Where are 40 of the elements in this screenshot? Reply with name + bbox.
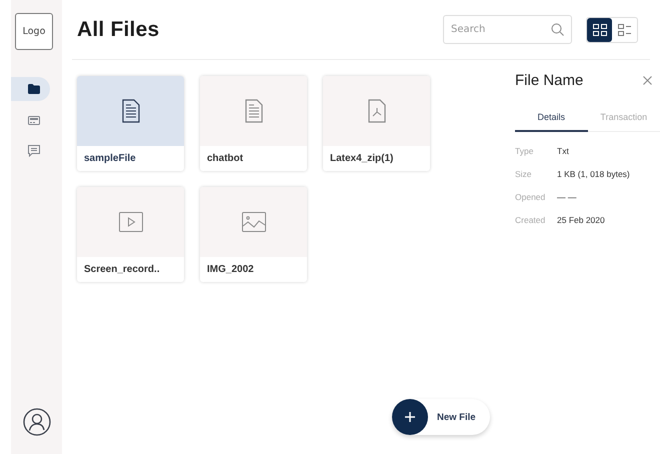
list-view-icon <box>618 24 632 36</box>
avatar-icon[interactable] <box>23 408 51 436</box>
view-toggle[interactable] <box>587 18 612 42</box>
image-icon <box>242 212 266 232</box>
pdf-icon <box>368 99 386 123</box>
document-icon <box>244 99 262 123</box>
document-icon <box>122 99 140 123</box>
detail-value: — — <box>557 192 578 202</box>
nav-item[interactable] <box>11 77 50 101</box>
file-card[interactable]: sampleFile <box>77 76 184 171</box>
folder-icon[interactable] <box>28 84 40 94</box>
grid-view-icon <box>592 24 606 36</box>
logo: Logo <box>15 13 53 50</box>
search-icon <box>551 23 564 36</box>
detail-label: Opened <box>515 192 546 202</box>
card-icon[interactable] <box>28 116 40 124</box>
chat-icon[interactable] <box>28 145 40 157</box>
panel-title: File Name <box>515 72 584 89</box>
file-card[interactable]: Latex4_zip(1) <box>323 76 430 171</box>
detail-label: Type <box>515 146 534 156</box>
file-card[interactable]: IMG_2002 <box>200 187 307 282</box>
detail-value: Txt <box>557 146 570 156</box>
detail-label: Size <box>515 169 533 179</box>
file-name: IMG_2002 <box>206 263 255 277</box>
file-card[interactable]: Screen_record.. <box>77 187 184 282</box>
plus-icon <box>405 412 415 422</box>
page-title: All Files <box>77 18 160 42</box>
tab[interactable]: Details <box>515 106 588 132</box>
file-name: Latex4_zip(1) <box>329 152 394 166</box>
file-name: sampleFile <box>83 152 137 166</box>
detail-label: Created <box>515 215 546 225</box>
new-file-button[interactable]: New File <box>392 399 490 435</box>
file-card[interactable]: chatbot <box>200 76 307 171</box>
detail-value: 1 KB (1, 018 bytes) <box>557 169 631 179</box>
file-name: Screen_record.. <box>83 263 161 277</box>
detail-value: 25 Feb 2020 <box>557 215 606 225</box>
play-icon <box>118 212 142 232</box>
close-icon[interactable] <box>643 76 652 85</box>
file-name: chatbot <box>206 152 244 166</box>
search-field[interactable]: Search <box>443 15 572 44</box>
